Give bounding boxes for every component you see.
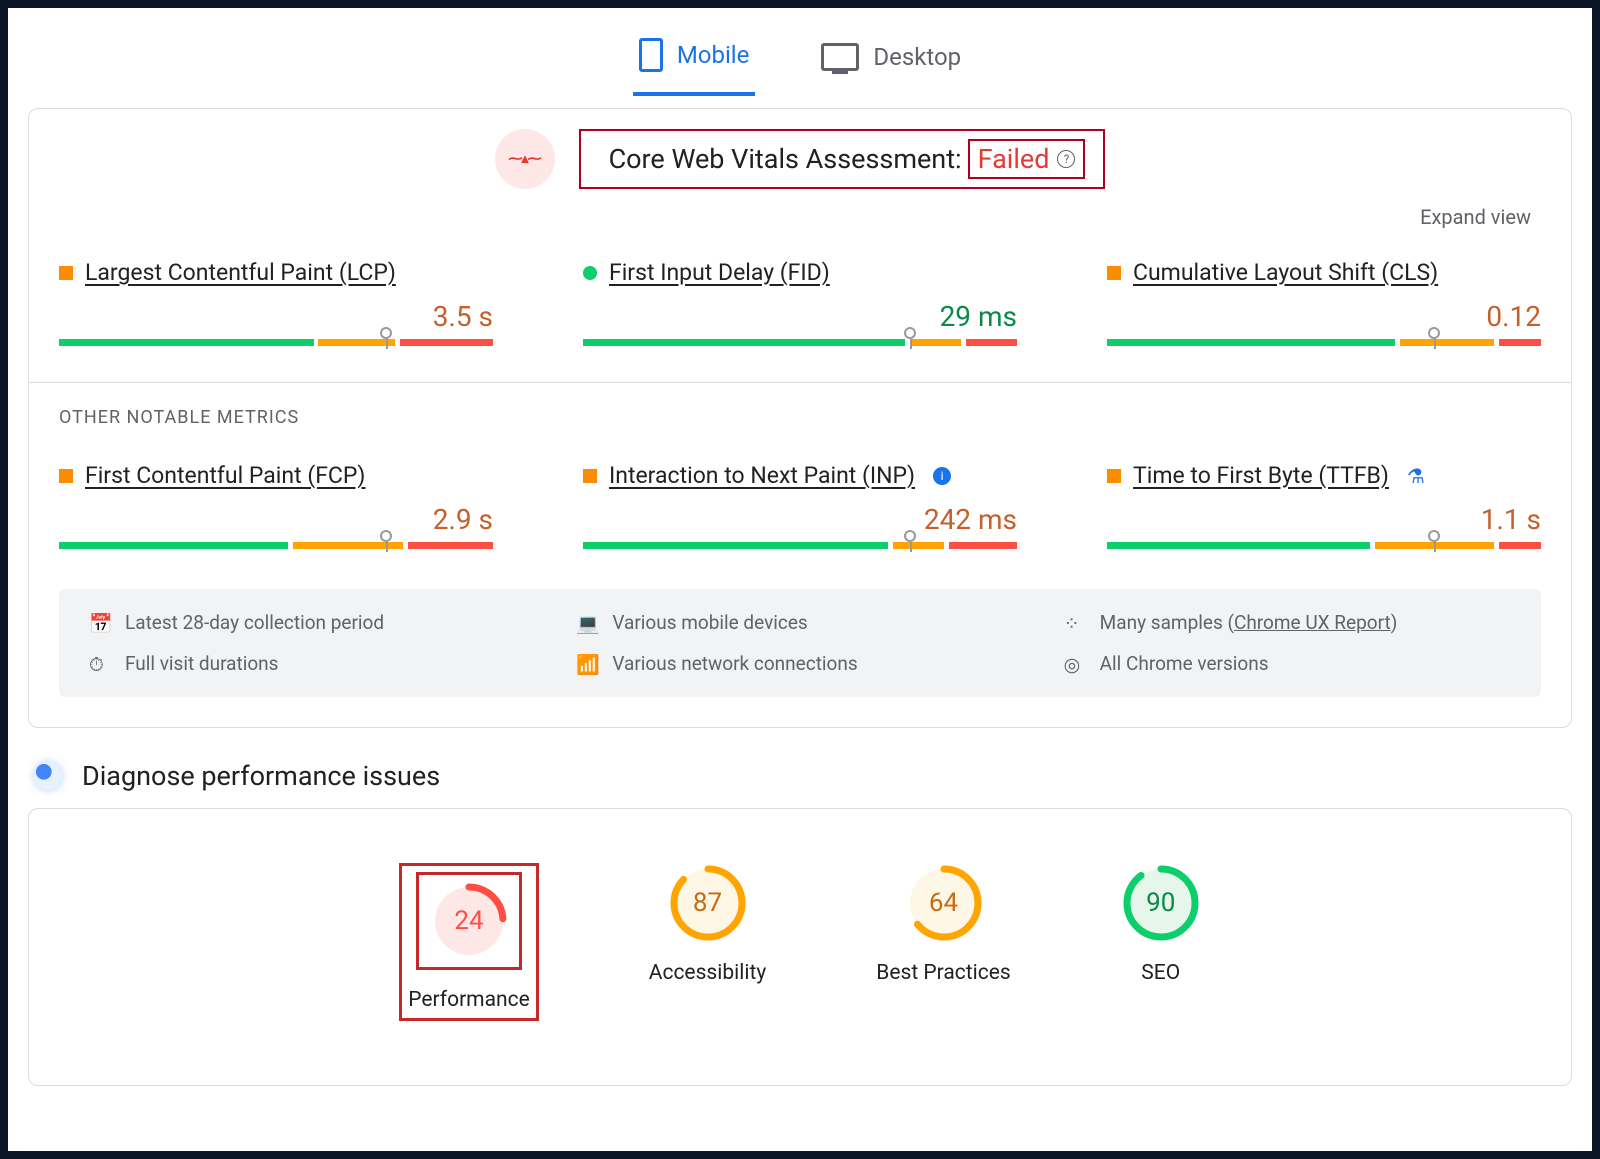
metric-fcp: First Contentful Paint (FCP) 2.9 s: [59, 462, 493, 549]
performance-score: 24: [429, 881, 509, 961]
performance-highlight-box: 24 Performance: [399, 863, 538, 1021]
metric-fid-bar: [583, 339, 1017, 346]
metric-lcp-link[interactable]: Largest Contentful Paint (LCP): [85, 259, 396, 286]
metric-ttfb-link[interactable]: Time to First Byte (TTFB): [1133, 462, 1389, 489]
info-samples-text: Many samples (Chrome UX Report): [1100, 611, 1398, 634]
help-icon[interactable]: ?: [1057, 150, 1075, 168]
samples-suffix: ): [1391, 611, 1398, 634]
metric-fid-link[interactable]: First Input Delay (FID): [609, 259, 830, 286]
diagnose-title: Diagnose performance issues: [82, 760, 440, 792]
accessibility-label: Accessibility: [649, 961, 767, 985]
accessibility-score: 87: [668, 863, 748, 943]
desktop-icon: [821, 43, 859, 71]
collection-info-box: 📅 Latest 28-day collection period 💻 Vari…: [59, 589, 1541, 697]
metric-lcp-value: 3.5 s: [59, 300, 493, 333]
crux-report-link[interactable]: Chrome UX Report: [1234, 611, 1391, 634]
metric-fcp-link[interactable]: First Contentful Paint (FCP): [85, 462, 365, 489]
assessment-status: Failed: [978, 143, 1050, 175]
info-network: 📶 Various network connections: [576, 652, 1023, 675]
status-square-orange-icon: [1107, 469, 1121, 483]
tab-mobile-label: Mobile: [677, 41, 750, 69]
metric-inp-link[interactable]: Interaction to Next Paint (INP): [609, 462, 915, 489]
performance-label: Performance: [408, 988, 529, 1012]
primary-metrics-grid: Largest Contentful Paint (LCP) 3.5 s Fir…: [59, 259, 1541, 346]
assessment-row: ⁓▴⁓ Core Web Vitals Assessment: Failed ?: [59, 129, 1541, 189]
info-period-text: Latest 28-day collection period: [125, 611, 384, 634]
info-versions: ◎ All Chrome versions: [1064, 652, 1511, 675]
info-icon[interactable]: i: [933, 467, 951, 485]
metric-ttfb: Time to First Byte (TTFB) ⚗ 1.1 s: [1107, 462, 1541, 549]
devices-icon: 💻: [576, 612, 598, 634]
core-web-vitals-panel: ⁓▴⁓ Core Web Vitals Assessment: Failed ?…: [28, 108, 1572, 728]
lighthouse-icon: [34, 762, 62, 790]
lighthouse-scores-panel: 24 Performance 87 Accessibility 64 Best …: [28, 808, 1572, 1086]
seo-label: SEO: [1141, 961, 1180, 985]
mobile-icon: [639, 38, 663, 72]
diagnose-header: Diagnose performance issues: [34, 760, 1572, 792]
assessment-status-box: Failed ?: [968, 139, 1086, 179]
assessment-box: Core Web Vitals Assessment: Failed ?: [579, 129, 1106, 189]
status-square-orange-icon: [59, 266, 73, 280]
metric-inp: Interaction to Next Paint (INP) i 242 ms: [583, 462, 1017, 549]
samples-icon: ⁘: [1064, 612, 1086, 634]
gauge-best-practices[interactable]: 64 Best Practices: [876, 863, 1010, 1021]
best-practices-score: 64: [904, 863, 984, 943]
status-dot-green-icon: [583, 266, 597, 280]
best-practices-label: Best Practices: [876, 961, 1010, 985]
other-metrics-grid: First Contentful Paint (FCP) 2.9 s Inter…: [59, 462, 1541, 549]
metric-cls: Cumulative Layout Shift (CLS) 0.12: [1107, 259, 1541, 346]
metric-cls-bar: [1107, 339, 1541, 346]
info-devices-text: Various mobile devices: [612, 611, 807, 634]
metric-fcp-bar: [59, 542, 493, 549]
samples-prefix: Many samples (: [1100, 611, 1234, 634]
tab-desktop-label: Desktop: [873, 43, 961, 71]
metric-cls-link[interactable]: Cumulative Layout Shift (CLS): [1133, 259, 1438, 286]
other-metrics-label: OTHER NOTABLE METRICS: [59, 407, 1541, 428]
chrome-icon: ◎: [1064, 653, 1086, 675]
tab-mobile[interactable]: Mobile: [633, 28, 756, 96]
metric-fid-value: 29 ms: [583, 300, 1017, 333]
info-samples: ⁘ Many samples (Chrome UX Report): [1064, 611, 1511, 634]
gauge-seo[interactable]: 90 SEO: [1121, 863, 1201, 1021]
seo-score: 90: [1121, 863, 1201, 943]
gauge-accessibility[interactable]: 87 Accessibility: [649, 863, 767, 1021]
experimental-icon[interactable]: ⚗: [1407, 464, 1425, 488]
accessibility-gauge: 87: [668, 863, 748, 943]
status-square-orange-icon: [583, 469, 597, 483]
metric-lcp-bar: [59, 339, 493, 346]
metric-inp-bar: [583, 542, 1017, 549]
info-versions-text: All Chrome versions: [1100, 652, 1269, 675]
metric-ttfb-value: 1.1 s: [1107, 503, 1541, 536]
metric-ttfb-bar: [1107, 542, 1541, 549]
status-square-orange-icon: [59, 469, 73, 483]
separator: [29, 382, 1571, 383]
info-network-text: Various network connections: [612, 652, 857, 675]
status-square-orange-icon: [1107, 266, 1121, 280]
calendar-icon: 📅: [89, 612, 111, 634]
gauge-row: 24 Performance 87 Accessibility 64 Best …: [59, 833, 1541, 1061]
info-durations-text: Full visit durations: [125, 652, 278, 675]
wifi-icon: 📶: [576, 653, 598, 675]
best-practices-gauge: 64: [904, 863, 984, 943]
metric-cls-value: 0.12: [1107, 300, 1541, 333]
info-devices: 💻 Various mobile devices: [576, 611, 1023, 634]
metric-fcp-value: 2.9 s: [59, 503, 493, 536]
device-tabs: Mobile Desktop: [28, 18, 1572, 96]
metric-fid: First Input Delay (FID) 29 ms: [583, 259, 1017, 346]
performance-gauge: 24: [429, 881, 509, 961]
sparkline-icon: ⁓▴⁓: [509, 151, 541, 167]
assessment-label: Core Web Vitals Assessment:: [609, 143, 962, 175]
metric-lcp: Largest Contentful Paint (LCP) 3.5 s: [59, 259, 493, 346]
info-durations: ⏱ Full visit durations: [89, 652, 536, 675]
performance-inner-box: 24: [416, 872, 522, 970]
vitals-icon: ⁓▴⁓: [495, 129, 555, 189]
timer-icon: ⏱: [89, 653, 111, 675]
expand-view-link[interactable]: Expand view: [59, 205, 1531, 229]
info-period: 📅 Latest 28-day collection period: [89, 611, 536, 634]
metric-inp-value: 242 ms: [583, 503, 1017, 536]
gauge-performance[interactable]: 24 Performance: [408, 872, 529, 1012]
tab-desktop[interactable]: Desktop: [815, 28, 967, 96]
seo-gauge: 90: [1121, 863, 1201, 943]
